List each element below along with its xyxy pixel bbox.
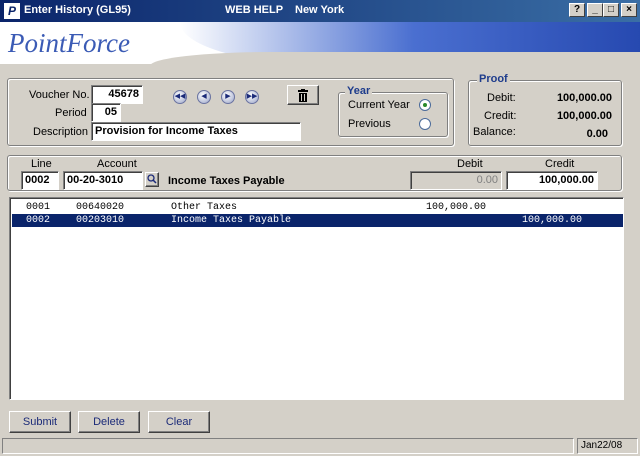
period-label: Period [55,107,87,119]
trash-icon [298,89,308,102]
close-button[interactable]: × [621,3,637,17]
period-field[interactable]: 05 [91,103,121,122]
year-legend: Year [345,85,373,97]
proof-balance-value: 0.00 [586,128,608,140]
radio-selected-dot [423,103,427,107]
pointforce-logo: PointForce [8,28,130,58]
first-record-icon[interactable]: ◀◀ [173,90,187,104]
line-field[interactable]: 0002 [21,171,59,190]
entry-credit-field[interactable]: 100,000.00 [506,171,598,190]
previous-year-label: Previous [348,118,391,130]
entry-debit-label: Debit [457,158,483,170]
trash-button[interactable] [287,85,319,105]
maximize-button[interactable]: □ [603,3,619,17]
previous-year-radio[interactable] [419,118,431,130]
account-lookup-button[interactable] [145,172,159,187]
journal-lines-list[interactable]: 0001 00640020 Other Taxes 100,000.00 000… [9,197,624,400]
voucher-no-label: Voucher No. [29,89,90,101]
account-field[interactable]: 00-20-3010 [63,171,143,190]
banner-swoosh-lower [150,52,640,64]
app-icon[interactable]: P [4,3,20,19]
location-label: New York [295,4,345,16]
proof-legend: Proof [477,73,510,85]
account-cell: 00640020 [76,202,125,213]
account-cell: 00203010 [76,215,125,226]
window-title: Enter History (GL95) [24,4,131,16]
account-label: Account [97,158,137,170]
next-record-icon[interactable]: ▶ [221,90,235,104]
previous-record-icon[interactable]: ◀ [197,90,211,104]
credit-cell: 100,000.00 [522,215,583,226]
status-message-pane [2,438,574,454]
status-bar: Jan22/08 [0,436,640,456]
delete-button[interactable]: Delete [78,411,140,433]
clear-button[interactable]: Clear [148,411,210,433]
entry-credit-label: Credit [545,158,575,170]
debit-cell: 100,000.00 [426,202,487,213]
brand-banner: PointForce [0,22,640,64]
line-number-cell: 0002 [26,215,51,226]
current-year-label: Current Year [348,99,410,111]
line-label: Line [31,158,52,170]
account-name: Income Taxes Payable [168,175,285,187]
proof-debit-value: 100,000.00 [556,92,612,104]
description-label: Description [33,126,89,138]
web-help-link[interactable]: WEB HELP [225,4,283,16]
proof-credit-value: 100,000.00 [556,110,612,122]
status-date: Jan22/08 [577,438,638,454]
line-number-cell: 0001 [26,202,51,213]
list-item-selected[interactable]: 0002 00203010 Income Taxes Payable 100,0… [12,214,623,227]
current-year-radio[interactable] [419,99,431,111]
title-bar[interactable]: P Enter History (GL95) WEB HELP New York… [0,0,640,22]
submit-button[interactable]: Submit [9,411,71,433]
proof-debit-label: Debit: [487,92,516,104]
help-button[interactable]: ? [569,3,585,17]
entry-debit-field[interactable]: 0.00 [410,171,502,190]
voucher-no-field[interactable]: 45678 [91,85,143,104]
search-icon [147,174,157,184]
description-cell: Income Taxes Payable [171,215,292,226]
list-item[interactable]: 0001 00640020 Other Taxes 100,000.00 [12,201,623,214]
description-field[interactable]: Provision for Income Taxes [91,122,301,141]
minimize-button[interactable]: _ [587,3,603,17]
last-record-icon[interactable]: ▶▶ [245,90,259,104]
proof-balance-label: Balance: [473,126,516,138]
proof-credit-label: Credit: [484,110,517,122]
description-cell: Other Taxes [171,202,238,213]
